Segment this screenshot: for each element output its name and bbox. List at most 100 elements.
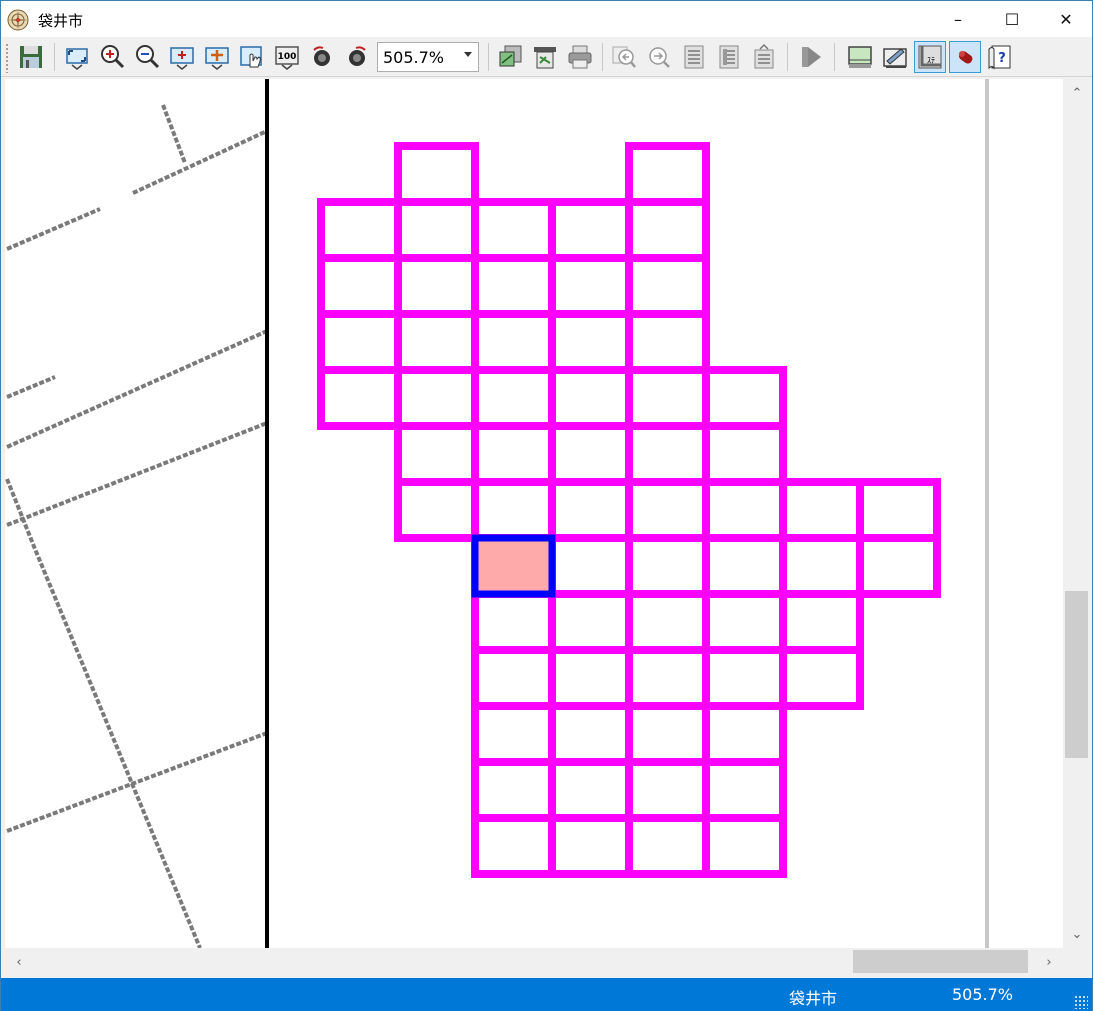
search-prev-icon[interactable] bbox=[608, 41, 640, 73]
map-edit-icon[interactable] bbox=[879, 41, 911, 73]
mesh-cell[interactable] bbox=[779, 590, 864, 654]
mesh-cell[interactable] bbox=[625, 142, 710, 206]
scroll-right-button[interactable]: › bbox=[1035, 948, 1063, 976]
selected-mesh-cell[interactable] bbox=[471, 534, 556, 598]
mesh-cell[interactable] bbox=[856, 534, 941, 598]
map-canvas[interactable] bbox=[5, 79, 1063, 948]
zoom-100-icon[interactable]: 100 bbox=[271, 41, 303, 73]
mesh-cell[interactable] bbox=[471, 254, 556, 318]
mesh-cell[interactable] bbox=[394, 254, 479, 318]
mesh-cell[interactable] bbox=[702, 758, 787, 822]
mesh-cell[interactable] bbox=[548, 702, 633, 766]
mesh-cell[interactable] bbox=[394, 310, 479, 374]
print-setup-icon[interactable] bbox=[529, 41, 561, 73]
mesh-cell[interactable] bbox=[394, 142, 479, 206]
mesh-cell[interactable] bbox=[471, 478, 556, 542]
mesh-cell[interactable] bbox=[779, 478, 864, 542]
scroll-up-button[interactable]: ⌃ bbox=[1063, 79, 1091, 107]
mesh-cell[interactable] bbox=[779, 534, 864, 598]
mesh-cell[interactable] bbox=[702, 646, 787, 710]
resize-grip[interactable] bbox=[1074, 995, 1088, 1009]
scroll-down-button[interactable]: ⌄ bbox=[1063, 920, 1091, 948]
layer-icon[interactable] bbox=[494, 41, 526, 73]
vertical-scrollbar[interactable]: ⌃ ⌄ bbox=[1063, 79, 1091, 948]
mesh-cell[interactable] bbox=[548, 534, 633, 598]
mesh-cell[interactable] bbox=[471, 422, 556, 486]
close-button[interactable]: ✕ bbox=[1039, 1, 1093, 37]
mesh-cell[interactable] bbox=[548, 198, 633, 262]
mesh-cell[interactable] bbox=[548, 254, 633, 318]
mesh-cell[interactable] bbox=[625, 422, 710, 486]
mesh-cell[interactable] bbox=[394, 198, 479, 262]
list-icon[interactable] bbox=[678, 41, 710, 73]
mesh-cell[interactable] bbox=[625, 814, 710, 878]
mesh-cell[interactable] bbox=[625, 198, 710, 262]
horizontal-scroll-thumb[interactable] bbox=[853, 950, 1028, 973]
mesh-cell[interactable] bbox=[548, 422, 633, 486]
pan-hand-icon[interactable] bbox=[236, 41, 268, 73]
mesh-cell[interactable] bbox=[625, 534, 710, 598]
mesh-cell[interactable] bbox=[394, 366, 479, 430]
mesh-cell[interactable] bbox=[702, 422, 787, 486]
mesh-cell[interactable] bbox=[702, 366, 787, 430]
mesh-cell[interactable] bbox=[471, 646, 556, 710]
mesh-cell[interactable] bbox=[471, 366, 556, 430]
mesh-cell[interactable] bbox=[471, 814, 556, 878]
mesh-cell[interactable] bbox=[702, 702, 787, 766]
mesh-cell[interactable] bbox=[394, 478, 479, 542]
mesh-cell[interactable] bbox=[625, 310, 710, 374]
toolbar-grip[interactable] bbox=[5, 43, 9, 73]
maximize-button[interactable]: ☐ bbox=[985, 1, 1039, 37]
title-bar[interactable]: 袋井市 – ☐ ✕ bbox=[1, 1, 1092, 37]
minimize-button[interactable]: – bbox=[931, 1, 985, 37]
mesh-cell[interactable] bbox=[702, 814, 787, 878]
mesh-cell[interactable] bbox=[548, 366, 633, 430]
save-icon[interactable] bbox=[15, 41, 47, 73]
mesh-cell[interactable] bbox=[625, 590, 710, 654]
mesh-cell[interactable] bbox=[548, 590, 633, 654]
mesh-cell[interactable] bbox=[548, 758, 633, 822]
mesh-cell[interactable] bbox=[856, 478, 941, 542]
map-view-icon[interactable] bbox=[844, 41, 876, 73]
zoom-in-icon[interactable] bbox=[96, 41, 128, 73]
mesh-cell[interactable] bbox=[394, 422, 479, 486]
play-icon[interactable] bbox=[795, 41, 827, 73]
mesh-cell[interactable] bbox=[471, 758, 556, 822]
mesh-cell[interactable] bbox=[471, 310, 556, 374]
mesh-cell[interactable] bbox=[625, 254, 710, 318]
map-drawing[interactable] bbox=[5, 79, 1063, 948]
rotate-left-icon[interactable] bbox=[306, 41, 338, 73]
marker-icon[interactable] bbox=[949, 41, 981, 73]
help-icon[interactable]: ? bbox=[984, 41, 1016, 73]
mesh-cell[interactable] bbox=[548, 478, 633, 542]
status-icon[interactable]: ｽﾃ bbox=[914, 41, 946, 73]
mesh-cell[interactable] bbox=[625, 478, 710, 542]
search-next-icon[interactable] bbox=[643, 41, 675, 73]
zoom-dropdown[interactable]: 505.7% bbox=[377, 42, 479, 72]
horizontal-scrollbar[interactable]: ‹ › bbox=[5, 948, 1063, 976]
mesh-cell[interactable] bbox=[625, 702, 710, 766]
list-detail-icon[interactable] bbox=[713, 41, 745, 73]
list-export-icon[interactable] bbox=[748, 41, 780, 73]
zoom-center-icon[interactable] bbox=[166, 41, 198, 73]
mesh-cell[interactable] bbox=[471, 198, 556, 262]
mesh-cell[interactable] bbox=[625, 758, 710, 822]
mesh-cell[interactable] bbox=[317, 310, 402, 374]
mesh-cell[interactable] bbox=[548, 310, 633, 374]
zoom-out-icon[interactable] bbox=[131, 41, 163, 73]
mesh-cell[interactable] bbox=[317, 254, 402, 318]
mesh-cell[interactable] bbox=[471, 702, 556, 766]
mesh-cell[interactable] bbox=[625, 646, 710, 710]
mesh-cell[interactable] bbox=[548, 814, 633, 878]
mesh-cell[interactable] bbox=[625, 366, 710, 430]
print-icon[interactable] bbox=[564, 41, 596, 73]
fit-all-icon[interactable] bbox=[61, 41, 93, 73]
rotate-right-icon[interactable] bbox=[341, 41, 373, 73]
mesh-cell[interactable] bbox=[702, 478, 787, 542]
vertical-scroll-thumb[interactable] bbox=[1065, 591, 1088, 758]
mesh-cell[interactable] bbox=[779, 646, 864, 710]
mesh-cell[interactable] bbox=[548, 646, 633, 710]
mesh-cell[interactable] bbox=[702, 534, 787, 598]
mesh-cell[interactable] bbox=[702, 590, 787, 654]
mesh-cell[interactable] bbox=[317, 366, 402, 430]
